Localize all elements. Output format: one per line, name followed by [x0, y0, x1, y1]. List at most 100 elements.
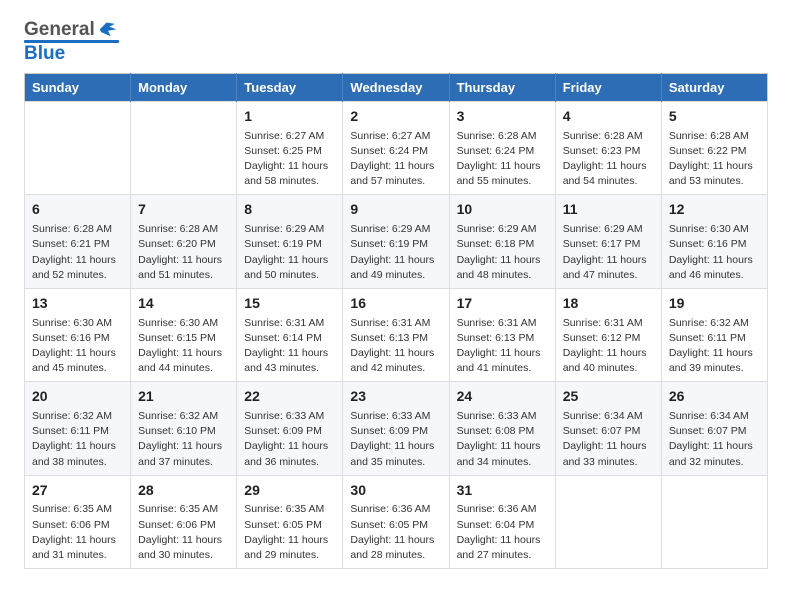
logo-blue: Blue — [24, 43, 65, 64]
day-number: 24 — [457, 387, 548, 407]
day-number: 10 — [457, 200, 548, 220]
weekday-header-wednesday: Wednesday — [343, 74, 449, 102]
day-number: 12 — [669, 200, 760, 220]
calendar-week-row: 20Sunrise: 6:32 AM Sunset: 6:11 PM Dayli… — [25, 382, 768, 475]
day-info: Sunrise: 6:31 AM Sunset: 6:12 PM Dayligh… — [563, 316, 654, 377]
day-info: Sunrise: 6:27 AM Sunset: 6:25 PM Dayligh… — [244, 129, 335, 190]
day-number: 1 — [244, 107, 335, 127]
day-number: 14 — [138, 294, 229, 314]
weekday-header-sunday: Sunday — [25, 74, 131, 102]
calendar-cell: 4Sunrise: 6:28 AM Sunset: 6:23 PM Daylig… — [555, 102, 661, 195]
day-info: Sunrise: 6:35 AM Sunset: 6:06 PM Dayligh… — [32, 502, 123, 563]
calendar-header-row: SundayMondayTuesdayWednesdayThursdayFrid… — [25, 74, 768, 102]
day-info: Sunrise: 6:31 AM Sunset: 6:13 PM Dayligh… — [350, 316, 441, 377]
day-info: Sunrise: 6:35 AM Sunset: 6:06 PM Dayligh… — [138, 502, 229, 563]
weekday-header-friday: Friday — [555, 74, 661, 102]
day-number: 19 — [669, 294, 760, 314]
calendar-cell — [555, 475, 661, 568]
day-info: Sunrise: 6:29 AM Sunset: 6:18 PM Dayligh… — [457, 222, 548, 283]
calendar-week-row: 6Sunrise: 6:28 AM Sunset: 6:21 PM Daylig… — [25, 195, 768, 288]
calendar-cell — [25, 102, 131, 195]
day-info: Sunrise: 6:28 AM Sunset: 6:20 PM Dayligh… — [138, 222, 229, 283]
day-number: 22 — [244, 387, 335, 407]
day-number: 7 — [138, 200, 229, 220]
calendar-cell: 9Sunrise: 6:29 AM Sunset: 6:19 PM Daylig… — [343, 195, 449, 288]
day-number: 3 — [457, 107, 548, 127]
weekday-header-saturday: Saturday — [661, 74, 767, 102]
logo-container: General Blue — [24, 20, 119, 63]
day-info: Sunrise: 6:28 AM Sunset: 6:24 PM Dayligh… — [457, 129, 548, 190]
day-info: Sunrise: 6:29 AM Sunset: 6:19 PM Dayligh… — [244, 222, 335, 283]
calendar-cell: 13Sunrise: 6:30 AM Sunset: 6:16 PM Dayli… — [25, 288, 131, 381]
day-number: 25 — [563, 387, 654, 407]
day-number: 11 — [563, 200, 654, 220]
logo-bird-icon — [97, 18, 119, 38]
weekday-header-tuesday: Tuesday — [237, 74, 343, 102]
day-info: Sunrise: 6:33 AM Sunset: 6:08 PM Dayligh… — [457, 409, 548, 470]
day-info: Sunrise: 6:29 AM Sunset: 6:17 PM Dayligh… — [563, 222, 654, 283]
calendar-cell: 1Sunrise: 6:27 AM Sunset: 6:25 PM Daylig… — [237, 102, 343, 195]
calendar-week-row: 1Sunrise: 6:27 AM Sunset: 6:25 PM Daylig… — [25, 102, 768, 195]
logo-general: General — [24, 20, 95, 39]
calendar-cell: 6Sunrise: 6:28 AM Sunset: 6:21 PM Daylig… — [25, 195, 131, 288]
day-number: 9 — [350, 200, 441, 220]
day-number: 18 — [563, 294, 654, 314]
day-info: Sunrise: 6:31 AM Sunset: 6:13 PM Dayligh… — [457, 316, 548, 377]
calendar-cell — [661, 475, 767, 568]
day-info: Sunrise: 6:30 AM Sunset: 6:16 PM Dayligh… — [669, 222, 760, 283]
calendar-cell: 21Sunrise: 6:32 AM Sunset: 6:10 PM Dayli… — [131, 382, 237, 475]
calendar-cell: 23Sunrise: 6:33 AM Sunset: 6:09 PM Dayli… — [343, 382, 449, 475]
weekday-header-thursday: Thursday — [449, 74, 555, 102]
calendar-cell: 27Sunrise: 6:35 AM Sunset: 6:06 PM Dayli… — [25, 475, 131, 568]
day-info: Sunrise: 6:32 AM Sunset: 6:11 PM Dayligh… — [32, 409, 123, 470]
day-info: Sunrise: 6:34 AM Sunset: 6:07 PM Dayligh… — [669, 409, 760, 470]
calendar-cell — [131, 102, 237, 195]
calendar-cell: 11Sunrise: 6:29 AM Sunset: 6:17 PM Dayli… — [555, 195, 661, 288]
calendar-cell: 29Sunrise: 6:35 AM Sunset: 6:05 PM Dayli… — [237, 475, 343, 568]
day-info: Sunrise: 6:32 AM Sunset: 6:10 PM Dayligh… — [138, 409, 229, 470]
calendar-cell: 25Sunrise: 6:34 AM Sunset: 6:07 PM Dayli… — [555, 382, 661, 475]
day-info: Sunrise: 6:35 AM Sunset: 6:05 PM Dayligh… — [244, 502, 335, 563]
calendar-cell: 2Sunrise: 6:27 AM Sunset: 6:24 PM Daylig… — [343, 102, 449, 195]
day-number: 8 — [244, 200, 335, 220]
calendar-cell: 31Sunrise: 6:36 AM Sunset: 6:04 PM Dayli… — [449, 475, 555, 568]
calendar-week-row: 13Sunrise: 6:30 AM Sunset: 6:16 PM Dayli… — [25, 288, 768, 381]
day-number: 13 — [32, 294, 123, 314]
calendar-cell: 12Sunrise: 6:30 AM Sunset: 6:16 PM Dayli… — [661, 195, 767, 288]
calendar-cell: 28Sunrise: 6:35 AM Sunset: 6:06 PM Dayli… — [131, 475, 237, 568]
day-info: Sunrise: 6:32 AM Sunset: 6:11 PM Dayligh… — [669, 316, 760, 377]
day-info: Sunrise: 6:33 AM Sunset: 6:09 PM Dayligh… — [244, 409, 335, 470]
calendar-cell: 15Sunrise: 6:31 AM Sunset: 6:14 PM Dayli… — [237, 288, 343, 381]
calendar-cell: 8Sunrise: 6:29 AM Sunset: 6:19 PM Daylig… — [237, 195, 343, 288]
day-number: 15 — [244, 294, 335, 314]
calendar-cell: 5Sunrise: 6:28 AM Sunset: 6:22 PM Daylig… — [661, 102, 767, 195]
calendar-cell: 19Sunrise: 6:32 AM Sunset: 6:11 PM Dayli… — [661, 288, 767, 381]
day-number: 5 — [669, 107, 760, 127]
calendar-cell: 30Sunrise: 6:36 AM Sunset: 6:05 PM Dayli… — [343, 475, 449, 568]
day-info: Sunrise: 6:28 AM Sunset: 6:23 PM Dayligh… — [563, 129, 654, 190]
day-info: Sunrise: 6:36 AM Sunset: 6:05 PM Dayligh… — [350, 502, 441, 563]
calendar-cell: 22Sunrise: 6:33 AM Sunset: 6:09 PM Dayli… — [237, 382, 343, 475]
day-number: 26 — [669, 387, 760, 407]
calendar-cell: 20Sunrise: 6:32 AM Sunset: 6:11 PM Dayli… — [25, 382, 131, 475]
day-number: 17 — [457, 294, 548, 314]
weekday-header-monday: Monday — [131, 74, 237, 102]
calendar-cell: 14Sunrise: 6:30 AM Sunset: 6:15 PM Dayli… — [131, 288, 237, 381]
day-info: Sunrise: 6:27 AM Sunset: 6:24 PM Dayligh… — [350, 129, 441, 190]
calendar-cell: 17Sunrise: 6:31 AM Sunset: 6:13 PM Dayli… — [449, 288, 555, 381]
day-number: 29 — [244, 481, 335, 501]
day-number: 23 — [350, 387, 441, 407]
calendar-cell: 16Sunrise: 6:31 AM Sunset: 6:13 PM Dayli… — [343, 288, 449, 381]
day-info: Sunrise: 6:33 AM Sunset: 6:09 PM Dayligh… — [350, 409, 441, 470]
day-number: 20 — [32, 387, 123, 407]
day-number: 27 — [32, 481, 123, 501]
day-number: 4 — [563, 107, 654, 127]
day-number: 31 — [457, 481, 548, 501]
day-number: 30 — [350, 481, 441, 501]
header: General Blue — [24, 20, 768, 63]
day-info: Sunrise: 6:30 AM Sunset: 6:16 PM Dayligh… — [32, 316, 123, 377]
calendar-cell: 7Sunrise: 6:28 AM Sunset: 6:20 PM Daylig… — [131, 195, 237, 288]
day-number: 6 — [32, 200, 123, 220]
calendar-cell: 18Sunrise: 6:31 AM Sunset: 6:12 PM Dayli… — [555, 288, 661, 381]
calendar-cell: 26Sunrise: 6:34 AM Sunset: 6:07 PM Dayli… — [661, 382, 767, 475]
